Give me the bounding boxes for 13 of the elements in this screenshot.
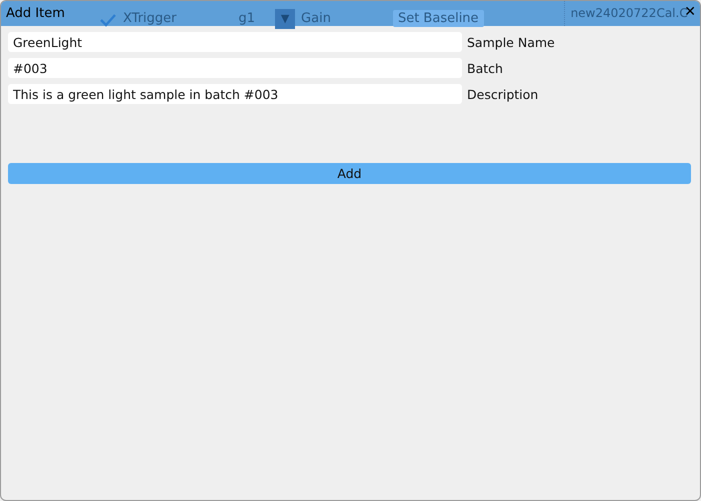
input-field[interactable]: This is a green light sample in batch #003 [8, 84, 462, 104]
check-icon[interactable] [99, 12, 117, 26]
input-field[interactable]: #003 [8, 58, 462, 78]
channel-label: g1 [238, 11, 256, 26]
gain-label: Gain [301, 11, 331, 26]
trigger-label: XTrigger [123, 11, 177, 26]
field-label: Description [467, 86, 538, 102]
field-label: Sample Name [467, 34, 555, 50]
file-name: new24020722Cal.C [564, 1, 688, 26]
add-button[interactable]: Add [8, 163, 691, 184]
window-title: Add Item [6, 6, 65, 21]
input-field[interactable]: GreenLight [8, 32, 462, 52]
field-label: Batch [467, 60, 503, 76]
